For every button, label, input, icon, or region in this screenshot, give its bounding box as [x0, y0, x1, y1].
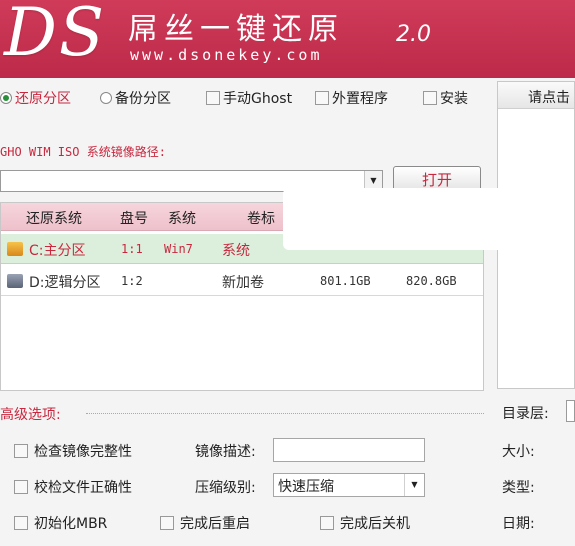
checkbox-icon[interactable] — [160, 516, 174, 530]
install-label: 安装 — [440, 91, 468, 107]
website-url: www.dsonekey.com — [130, 46, 323, 64]
chevron-down-icon[interactable]: ▼ — [404, 474, 424, 496]
disk-number: 1:1 — [121, 242, 143, 256]
check-files-label: 校检文件正确性 — [34, 480, 132, 496]
app-title: 屌丝一键还原 — [128, 12, 344, 47]
compression-level-label: 压缩级别: — [195, 480, 256, 496]
volume-label: 系统 — [222, 243, 250, 259]
external-program-checkbox[interactable]: 外置程序 — [315, 88, 388, 108]
shutdown-after-label: 完成后关机 — [340, 516, 410, 532]
init-mbr-label: 初始化MBR — [34, 516, 108, 532]
check-image-integrity-label: 检查镜像完整性 — [34, 444, 132, 460]
checkbox-icon[interactable] — [14, 516, 28, 530]
image-path-label: GHO WIM ISO 系统镜像路径: — [0, 145, 166, 159]
date-label: 日期: — [502, 516, 535, 532]
dir-layer-field[interactable] — [566, 400, 575, 422]
checkbox-icon[interactable] — [320, 516, 334, 530]
compression-level-value: 快速压缩 — [278, 479, 334, 495]
right-panel-title: 请点击 — [498, 82, 574, 109]
table-row[interactable]: D:逻辑分区 1:2 新加卷 801.1GB 820.8GB — [1, 266, 483, 296]
radio-unchecked-icon[interactable] — [100, 92, 112, 104]
disk-number: 1:2 — [121, 274, 143, 288]
dir-layer-label: 目录层: — [502, 406, 549, 422]
checkbox-icon[interactable] — [206, 91, 220, 105]
partition-name: D:逻辑分区 — [29, 275, 101, 291]
column-header-restore-system: 还原系统 — [26, 211, 82, 227]
install-checkbox[interactable]: 安装 — [423, 88, 468, 108]
checkbox-icon[interactable] — [14, 444, 28, 458]
partition-name: C:主分区 — [29, 243, 86, 259]
total-size: 801.1GB — [320, 274, 371, 288]
manual-ghost-label: 手动Ghost — [223, 91, 293, 107]
image-description-label: 镜像描述: — [195, 444, 256, 460]
os-name: Win7 — [164, 242, 193, 256]
free-size: 820.8GB — [406, 274, 457, 288]
backup-partition-label: 备份分区 — [115, 91, 171, 107]
manual-ghost-checkbox[interactable]: 手动Ghost — [206, 88, 292, 108]
check-files-checkbox[interactable]: 校检文件正确性 — [14, 477, 132, 497]
restore-partition-radio[interactable]: 还原分区 — [0, 88, 71, 108]
divider — [86, 413, 484, 414]
column-header-disk: 盘号 — [120, 211, 148, 227]
image-description-input[interactable] — [273, 438, 425, 462]
size-label: 大小: — [502, 444, 535, 460]
volume-label: 新加卷 — [222, 275, 264, 291]
restart-after-label: 完成后重启 — [180, 516, 250, 532]
restart-after-checkbox[interactable]: 完成后重启 — [160, 513, 250, 533]
checkbox-icon[interactable] — [423, 91, 437, 105]
backup-partition-radio[interactable]: 备份分区 — [100, 88, 171, 108]
checkbox-icon[interactable] — [315, 91, 329, 105]
external-program-label: 外置程序 — [332, 91, 388, 107]
ds-logo: DS — [4, 0, 107, 71]
column-header-volume-label: 卷标 — [247, 211, 275, 227]
version-label: 2.0 — [396, 22, 431, 47]
mode-options: 还原分区 备份分区 手动Ghost 外置程序 安装 — [0, 88, 490, 110]
compression-level-select[interactable]: 快速压缩 ▼ — [273, 473, 425, 497]
redaction-mask — [283, 188, 523, 250]
drive-c-icon — [7, 242, 23, 256]
check-image-integrity-checkbox[interactable]: 检查镜像完整性 — [14, 441, 132, 461]
column-header-os: 系统 — [168, 211, 196, 227]
radio-checked-icon[interactable] — [0, 92, 12, 104]
type-label: 类型: — [502, 480, 535, 496]
shutdown-after-checkbox[interactable]: 完成后关机 — [320, 513, 410, 533]
banner: DS 屌丝一键还原 www.dsonekey.com 2.0 — [0, 0, 575, 78]
restore-partition-label: 还原分区 — [15, 91, 71, 107]
checkbox-icon[interactable] — [14, 480, 28, 494]
drive-d-icon — [7, 274, 23, 288]
init-mbr-checkbox[interactable]: 初始化MBR — [14, 513, 107, 533]
advanced-options-title: 高级选项: — [0, 407, 61, 423]
